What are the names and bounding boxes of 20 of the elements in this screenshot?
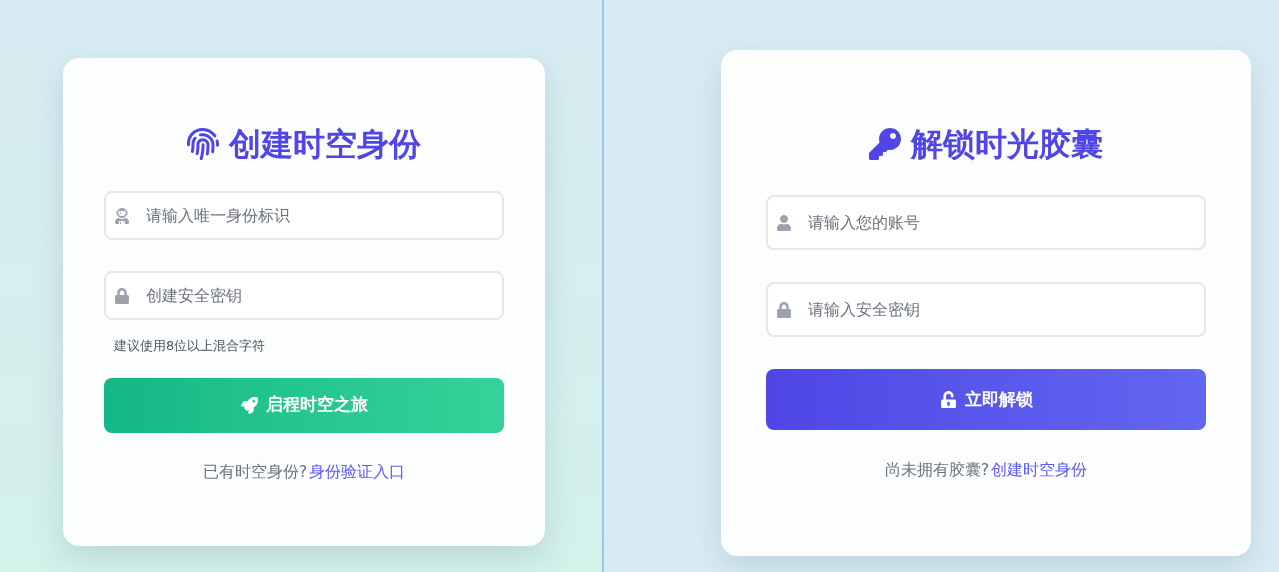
input-field[interactable]: 请输入您的账号 bbox=[766, 195, 1206, 250]
footer-link[interactable]: 创建时空身份 bbox=[991, 458, 1088, 482]
footer-text: 尚未拥有胶囊? bbox=[884, 459, 990, 481]
footer-link[interactable]: 身份验证入口 bbox=[309, 459, 406, 484]
astronaut-icon bbox=[114, 207, 130, 224]
submit-button[interactable]: 立即解锁 bbox=[766, 369, 1206, 430]
fingerprint-icon bbox=[187, 128, 219, 160]
user-icon bbox=[776, 214, 792, 231]
form-title: 解锁时光胶囊 bbox=[911, 128, 1103, 160]
footer-text: 已有时空身份? bbox=[202, 460, 308, 483]
input-field[interactable]: 请输入唯一身份标识 bbox=[104, 191, 504, 240]
key-icon bbox=[869, 128, 901, 160]
input-field[interactable]: 请输入安全密钥 bbox=[766, 282, 1206, 337]
form-title: 创建时空身份 bbox=[229, 128, 421, 160]
lock-icon bbox=[114, 287, 130, 304]
lock-icon bbox=[776, 301, 792, 318]
hint-text: 建议使用8位以上混合字符 bbox=[114, 337, 266, 355]
input-field[interactable]: 创建安全密钥 bbox=[104, 271, 504, 320]
unlock-icon bbox=[939, 391, 957, 408]
rocket-icon bbox=[240, 396, 258, 414]
